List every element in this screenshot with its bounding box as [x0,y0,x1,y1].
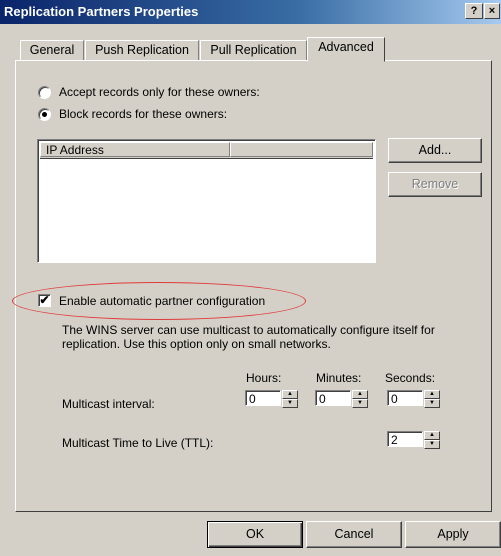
seconds-spinner: 0 ▲ ▼ [387,390,440,408]
tab-pull-replication[interactable]: Pull Replication [200,40,307,61]
remove-button[interactable]: Remove [388,172,482,197]
tab-general[interactable]: General [20,40,84,61]
help-button[interactable]: ? [465,3,483,19]
auto-config-label: Enable automatic partner configuration [59,294,266,308]
spin-up-icon[interactable]: ▲ [352,390,368,399]
seconds-label: Seconds: [385,371,436,385]
ok-button[interactable]: OK [207,521,303,548]
radio-selected-dot [42,112,47,117]
auto-config-description: The WINS server can use multicast to aut… [62,323,435,351]
title-bar: Replication Partners Properties ? × [0,0,501,24]
minutes-field[interactable]: 0 [315,390,351,406]
multicast-interval-label: Multicast interval: [62,397,155,411]
seconds-spin-buttons: ▲ ▼ [424,390,440,408]
seconds-field[interactable]: 0 [387,390,423,406]
cancel-button[interactable]: Cancel [306,521,402,548]
spin-down-icon[interactable]: ▼ [352,399,368,408]
spin-up-icon[interactable]: ▲ [282,390,298,399]
spin-down-icon[interactable]: ▼ [282,399,298,408]
apply-button[interactable]: Apply [405,521,501,548]
accept-owners-radio[interactable] [38,86,51,99]
multicast-ttl-label: Multicast Time to Live (TTL): [62,436,214,450]
minutes-label: Minutes: [316,371,362,385]
tab-advanced[interactable]: Advanced [307,37,385,62]
block-owners-label: Block records for these owners: [59,107,228,121]
list-header: IP Address [40,142,373,159]
owners-list[interactable]: IP Address [37,139,376,263]
spin-up-icon[interactable]: ▲ [424,431,440,440]
hours-spin-buttons: ▲ ▼ [282,390,298,408]
checkmark-icon: ✔ [39,293,50,307]
add-button[interactable]: Add... [388,138,482,163]
spin-up-icon[interactable]: ▲ [424,390,440,399]
ttl-field[interactable]: 2 [387,431,423,447]
minutes-spin-buttons: ▲ ▼ [352,390,368,408]
spin-down-icon[interactable]: ▼ [424,440,440,449]
auto-config-checkbox[interactable]: ✔ [38,294,51,307]
ip-address-column-header[interactable]: IP Address [40,142,230,157]
ttl-spinner: 2 ▲ ▼ [387,431,440,449]
ttl-spin-buttons: ▲ ▼ [424,431,440,449]
blank-column-header[interactable] [230,142,373,157]
hours-field[interactable]: 0 [245,390,281,406]
spin-down-icon[interactable]: ▼ [424,399,440,408]
accept-owners-label: Accept records only for these owners: [59,85,260,99]
tab-push-replication[interactable]: Push Replication [85,40,199,61]
window-title: Replication Partners Properties [4,4,199,19]
hours-label: Hours: [246,371,282,385]
hours-spinner: 0 ▲ ▼ [245,390,298,408]
close-button[interactable]: × [484,3,500,19]
block-owners-radio[interactable] [38,108,51,121]
minutes-spinner: 0 ▲ ▼ [315,390,368,408]
